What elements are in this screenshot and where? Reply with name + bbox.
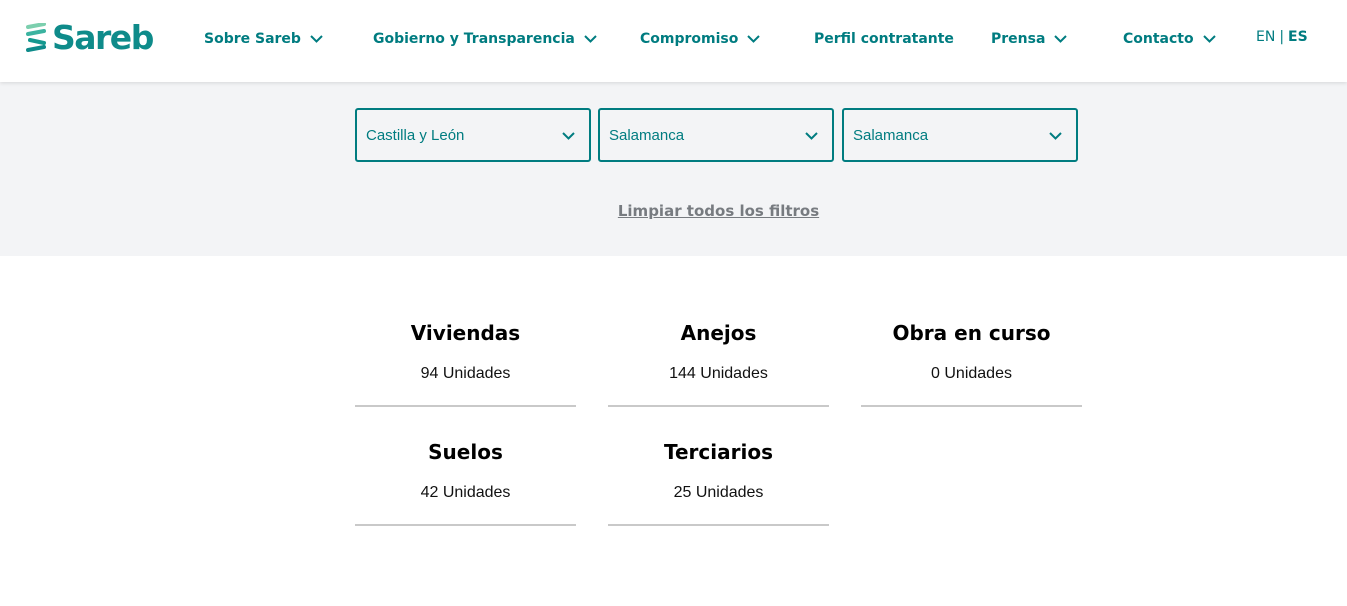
nav-item-perfil-contratante[interactable]: Perfil contratante (814, 26, 954, 52)
sareb-logo-mark-icon (26, 23, 46, 52)
chevron-down-icon (310, 35, 323, 43)
lang-separator: | (1279, 29, 1285, 45)
stat-units: 25 Unidades (673, 484, 764, 501)
nav-item-label: Contacto (1123, 31, 1194, 47)
chevron-down-icon (1049, 132, 1062, 140)
nav-item-label: Gobierno y Transparencia (373, 31, 575, 47)
nav-item-sobre-sareb[interactable]: Sobre Sareb (204, 26, 323, 52)
stat-title: Suelos (428, 440, 503, 464)
chevron-down-icon (1202, 35, 1216, 43)
stat-card-anejos[interactable]: Anejos 144 Unidades (608, 301, 829, 407)
lang-es-link[interactable]: ES (1288, 29, 1308, 45)
stat-title: Anejos (680, 321, 757, 345)
stat-units: 42 Unidades (420, 484, 511, 501)
stat-card-obra-en-curso[interactable]: Obra en curso 0 Unidades (861, 301, 1082, 407)
lang-en-link[interactable]: EN (1256, 29, 1275, 45)
region-select[interactable]: Castilla y León (355, 108, 591, 162)
nav-item-label: Sobre Sareb (204, 31, 301, 47)
stat-card-suelos[interactable]: Suelos 42 Unidades (355, 420, 576, 526)
site-header: Sareb Sobre Sareb Gobierno y Transparenc… (0, 0, 1347, 82)
chevron-down-icon (1054, 35, 1068, 43)
chevron-down-icon (584, 35, 597, 43)
nav-item-label: Perfil contratante (814, 31, 954, 47)
stat-title: Terciarios (664, 440, 773, 464)
nav-item-prensa[interactable]: Prensa (991, 26, 1068, 52)
stat-units: 94 Unidades (420, 365, 511, 382)
chevron-down-icon (805, 132, 818, 140)
stat-units: 0 Unidades (931, 365, 1012, 382)
sareb-logo-text: Sareb (52, 18, 154, 57)
sareb-logo[interactable]: Sareb (26, 18, 154, 57)
stat-title: Obra en curso (892, 321, 1051, 345)
stat-title: Viviendas (410, 321, 521, 345)
stat-card-terciarios[interactable]: Terciarios 25 Unidades (608, 420, 829, 526)
nav-item-contacto[interactable]: Contacto (1123, 26, 1216, 52)
province-select[interactable]: Salamanca (598, 108, 834, 162)
filter-panel: Castilla y León Salamanca Salamanca Limp… (0, 82, 1347, 256)
nav-item-label: Prensa (991, 31, 1046, 47)
stat-units: 144 Unidades (669, 365, 768, 382)
stat-card-viviendas[interactable]: Viviendas 94 Unidades (355, 301, 576, 407)
province-select-value: Salamanca (609, 126, 685, 144)
nav-item-gobierno-transparencia[interactable]: Gobierno y Transparencia (373, 26, 597, 52)
chevron-down-icon (562, 132, 575, 140)
region-select-value: Castilla y León (366, 126, 465, 144)
clear-filters-link[interactable]: Limpiar todos los filtros (0, 202, 1347, 220)
municipality-select-value: Salamanca (853, 126, 929, 144)
language-switcher: EN | ES (1256, 29, 1308, 45)
nav-item-label: Compromiso (640, 31, 739, 47)
municipality-select[interactable]: Salamanca (842, 108, 1078, 162)
chevron-down-icon (747, 35, 761, 43)
nav-item-compromiso[interactable]: Compromiso (640, 26, 761, 52)
